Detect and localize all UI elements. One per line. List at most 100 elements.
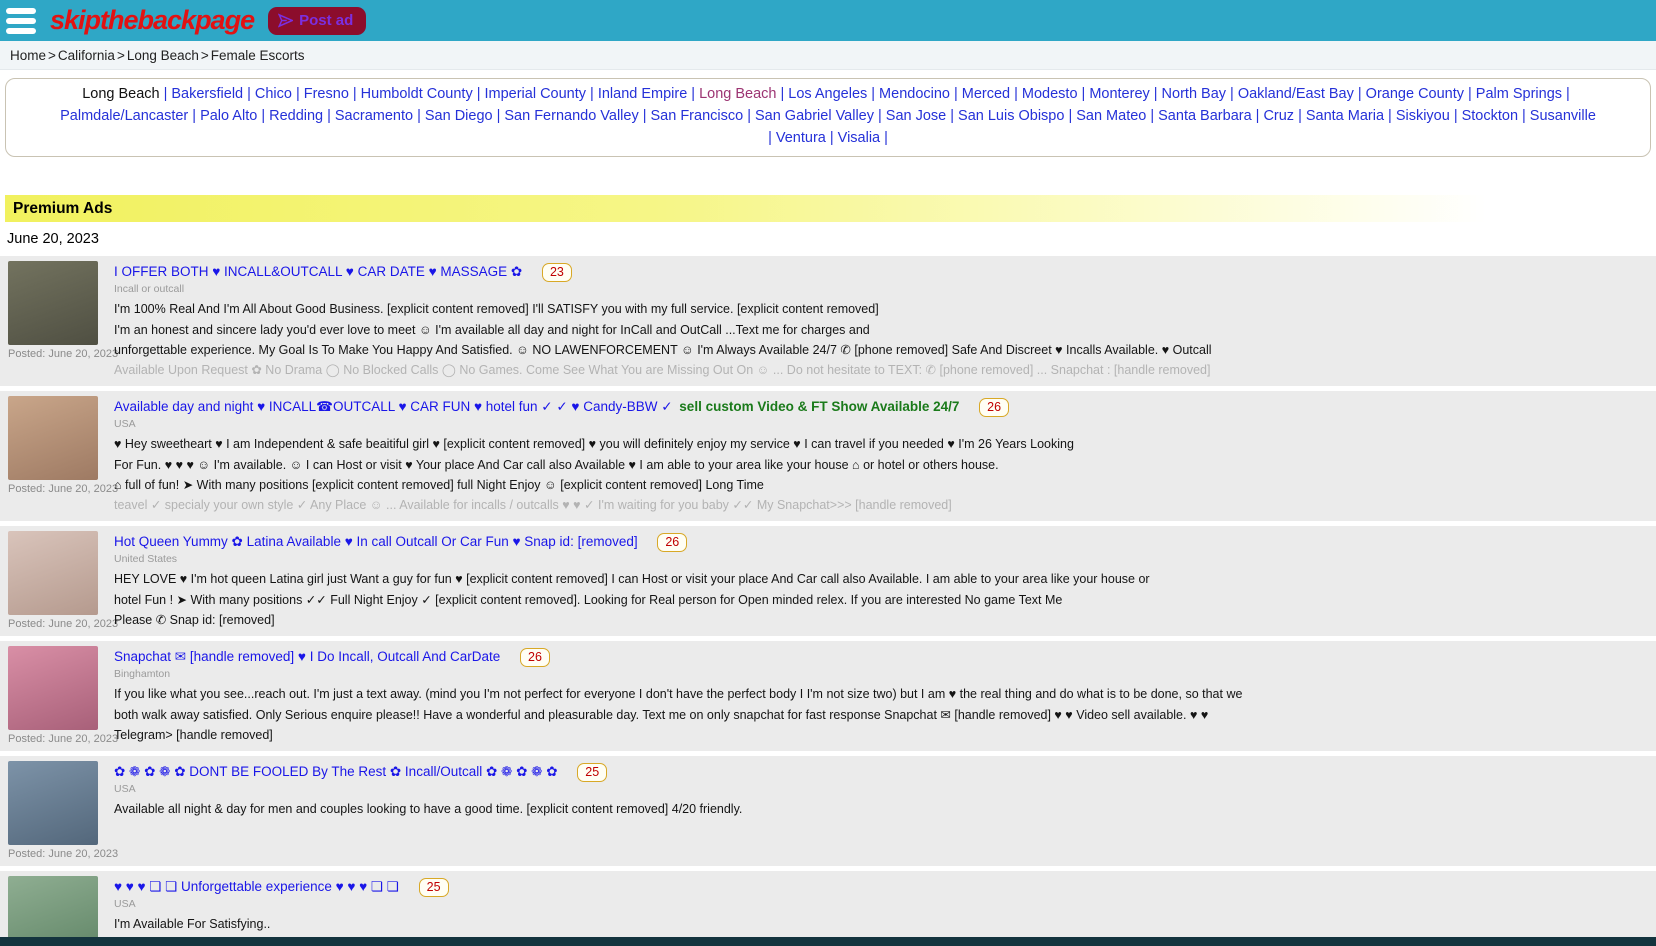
posted-date: Posted: June 20, 2023	[8, 848, 100, 860]
listing-date-heading: June 20, 2023	[7, 231, 1656, 247]
city-nav-item[interactable]: San Mateo	[1076, 108, 1146, 124]
post-ad-button[interactable]: Post ad	[268, 7, 366, 35]
nav-separator: |	[1298, 108, 1302, 124]
listing-thumb-column: Posted: June 20, 2023	[8, 396, 100, 515]
listing-row: Posted: June 20, 2023 Available day and …	[0, 391, 1656, 521]
city-navigation: Long Beach|Bakersfield|Chico|Fresno|Humb…	[5, 78, 1651, 157]
city-nav-item[interactable]: Humboldt County	[361, 86, 473, 102]
breadcrumb-item[interactable]: California	[58, 48, 115, 63]
listing-thumbnail-placeholder[interactable]	[8, 646, 98, 730]
listing-body: Available all night & day for men and co…	[114, 799, 1646, 819]
listing-body: ♥ Hey sweetheart ♥ I am Independent & sa…	[114, 434, 1646, 495]
city-nav-item[interactable]: Los Angeles	[788, 86, 867, 102]
hamburger-menu-icon[interactable]	[6, 8, 36, 34]
city-nav-item[interactable]: Susanville	[1530, 108, 1596, 124]
listing-thumbnail-placeholder[interactable]	[8, 876, 98, 946]
city-nav-item[interactable]: Modesto	[1022, 86, 1078, 102]
city-nav-item[interactable]: Fresno	[304, 86, 349, 102]
city-nav-item[interactable]: Chico	[255, 86, 292, 102]
breadcrumb-separator: >	[201, 48, 209, 63]
nav-separator: |	[1230, 86, 1234, 102]
posted-date: Posted: June 20, 2023	[8, 618, 100, 630]
listing-row: Posted: June 20, 2023 Snapchat ✉ [handle…	[0, 641, 1656, 751]
city-nav-item[interactable]: Redding	[269, 108, 323, 124]
city-nav-item[interactable]: San Francisco	[651, 108, 744, 124]
city-nav-item[interactable]: Long Beach	[699, 86, 776, 102]
breadcrumb-item[interactable]: Home	[10, 48, 46, 63]
nav-separator: |	[164, 86, 168, 102]
city-nav-item[interactable]: Orange County	[1366, 86, 1464, 102]
city-nav-item[interactable]: Stockton	[1462, 108, 1518, 124]
nav-separator: |	[950, 108, 954, 124]
city-nav-item[interactable]: Ventura	[776, 130, 826, 146]
listing-row: Posted: June 20, 2023 Hot Queen Yummy ✿ …	[0, 526, 1656, 636]
listings-container: Posted: June 20, 2023 I OFFER BOTH ♥ INC…	[0, 256, 1656, 946]
listing-thumb-column: Posted: June 20, 2023	[8, 761, 100, 860]
city-nav-item[interactable]: San Diego	[425, 108, 493, 124]
city-nav-item[interactable]: Inland Empire	[598, 86, 687, 102]
city-nav-item[interactable]: Cruz	[1263, 108, 1294, 124]
listing-body: If you like what you see...reach out. I'…	[114, 684, 1646, 745]
city-nav-item[interactable]: San Jose	[886, 108, 946, 124]
city-nav-item[interactable]: Siskiyou	[1396, 108, 1450, 124]
city-nav-item[interactable]: North Bay	[1162, 86, 1226, 102]
listing-title-link[interactable]: I OFFER BOTH ♥ INCALL&OUTCALL ♥ CAR DATE…	[114, 264, 522, 279]
nav-separator: |	[1068, 108, 1072, 124]
listing-row: Posted: June 20, 2023 I OFFER BOTH ♥ INC…	[0, 256, 1656, 386]
city-nav-item[interactable]: San Luis Obispo	[958, 108, 1064, 124]
nav-separator: |	[830, 130, 834, 146]
listing-content: Snapchat ✉ [handle removed] ♥ I Do Incal…	[114, 646, 1646, 745]
listing-thumbnail-placeholder[interactable]	[8, 261, 98, 345]
listing-title-link[interactable]: Snapchat ✉ [handle removed] ♥ I Do Incal…	[114, 649, 500, 664]
listing-body: HEY LOVE ♥ I'm hot queen Latina girl jus…	[114, 569, 1646, 630]
listing-content: ♥ ♥ ♥ ❏ ❏ Unforgettable experience ♥ ♥ ♥…	[114, 876, 1646, 946]
breadcrumb-item[interactable]: Long Beach	[127, 48, 199, 63]
city-nav-item[interactable]: Visalia	[838, 130, 880, 146]
paper-plane-icon	[278, 13, 293, 28]
listing-body-line: If you like what you see...reach out. I'…	[114, 684, 1646, 704]
listing-thumb-column: Posted: June 20, 2023	[8, 531, 100, 630]
listing-thumbnail-placeholder[interactable]	[8, 531, 98, 615]
nav-separator: |	[497, 108, 501, 124]
city-nav-item[interactable]: Oakland/East Bay	[1238, 86, 1354, 102]
listing-body-line: HEY LOVE ♥ I'm hot queen Latina girl jus…	[114, 569, 1646, 589]
listing-title-highlight[interactable]: sell custom Video & FT Show Available 24…	[679, 399, 959, 414]
nav-separator: |	[768, 130, 772, 146]
age-badge: 25	[577, 763, 607, 782]
city-nav-item[interactable]: Sacramento	[335, 108, 413, 124]
listing-content: Available day and night ♥ INCALL☎OUTCALL…	[114, 396, 1646, 515]
posted-date: Posted: June 20, 2023	[8, 483, 100, 495]
listing-thumbnail-placeholder[interactable]	[8, 761, 98, 845]
city-nav-item[interactable]: Merced	[962, 86, 1010, 102]
breadcrumb-separator: >	[117, 48, 125, 63]
city-nav-item[interactable]: Mendocino	[879, 86, 950, 102]
listing-location: USA	[114, 418, 1646, 430]
listing-title-link[interactable]: ✿ ❁ ✿ ❁ ✿ DONT BE FOOLED By The Rest ✿ I…	[114, 764, 558, 779]
city-nav-item[interactable]: Palmdale/Lancaster	[60, 108, 188, 124]
listing-body-line: ♥ Hey sweetheart ♥ I am Independent & sa…	[114, 434, 1646, 454]
nav-separator: |	[1358, 86, 1362, 102]
nav-separator: |	[1256, 108, 1260, 124]
listing-thumbnail-placeholder[interactable]	[8, 396, 98, 480]
city-nav-item[interactable]: Monterey	[1089, 86, 1149, 102]
listing-title-link[interactable]: ♥ ♥ ♥ ❏ ❏ Unforgettable experience ♥ ♥ ♥…	[114, 879, 399, 894]
city-nav-item: Long Beach	[82, 86, 159, 102]
city-nav-item[interactable]: Bakersfield	[171, 86, 243, 102]
nav-separator: |	[1388, 108, 1392, 124]
city-nav-item[interactable]: Palm Springs	[1476, 86, 1562, 102]
listing-title-link[interactable]: Available day and night ♥ INCALL☎OUTCALL…	[114, 399, 673, 414]
nav-separator: |	[1154, 86, 1158, 102]
city-nav-item[interactable]: Santa Barbara	[1158, 108, 1252, 124]
footer-bar	[0, 937, 1656, 946]
nav-separator: |	[1522, 108, 1526, 124]
listing-body-line: Available all night & day for men and co…	[114, 799, 1646, 819]
age-badge: 25	[419, 878, 449, 897]
site-logo[interactable]: skipthebackpage	[50, 5, 254, 36]
city-nav-item[interactable]: San Fernando Valley	[504, 108, 638, 124]
city-nav-item[interactable]: Santa Maria	[1306, 108, 1384, 124]
listing-title-link[interactable]: Hot Queen Yummy ✿ Latina Available ♥ In …	[114, 534, 638, 549]
breadcrumb-item[interactable]: Female Escorts	[211, 48, 305, 63]
city-nav-item[interactable]: Palo Alto	[200, 108, 257, 124]
city-nav-item[interactable]: Imperial County	[484, 86, 586, 102]
city-nav-item[interactable]: San Gabriel Valley	[755, 108, 874, 124]
